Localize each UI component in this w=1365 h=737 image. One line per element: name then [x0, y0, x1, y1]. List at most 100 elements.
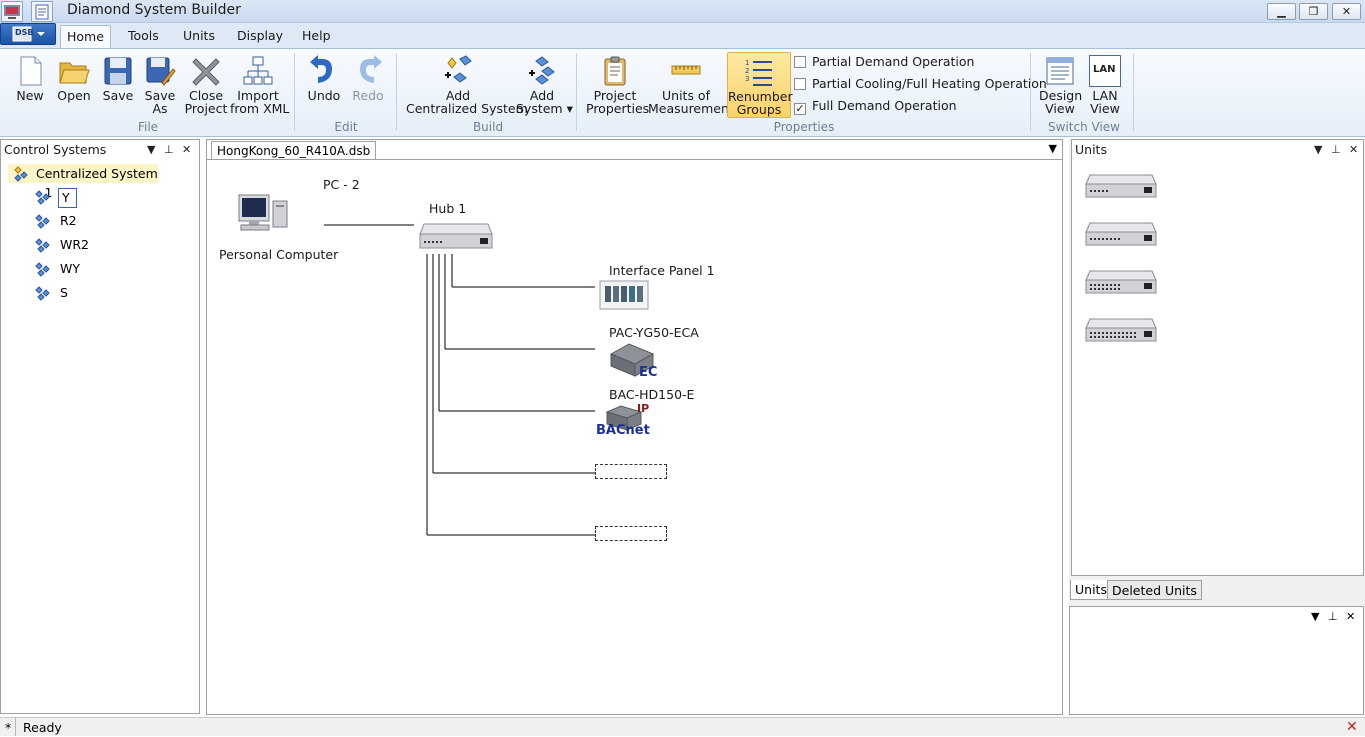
full-demand-checkbox[interactable]: ✓ Full Demand Operation — [794, 98, 957, 115]
interface-panel-icon[interactable] — [599, 280, 649, 310]
ribbon-panel: New Open Save Save As Close Project Impo… — [0, 48, 1365, 137]
application-menu-button[interactable]: DSB — [0, 23, 56, 45]
pin-icon[interactable]: ⊥ — [164, 140, 174, 160]
design-view-label-2: View — [1045, 101, 1075, 116]
group-label-properties: Properties — [773, 120, 835, 134]
document-area: HongKong_60_R410A.dsb ▼ PC - 2 Personal … — [206, 139, 1063, 715]
quick-access-properties-icon[interactable] — [31, 1, 53, 22]
partial-cooling-checkbox[interactable]: Partial Cooling/Full Heating Operation — [794, 76, 1047, 92]
tree-item-label: WR2 — [60, 237, 89, 252]
import-from-xml-button[interactable]: Import from XML — [230, 55, 289, 115]
open-button[interactable]: Open — [56, 55, 92, 102]
tree-item-wr2[interactable]: WR2 — [30, 235, 150, 255]
personal-computer-icon[interactable] — [237, 193, 291, 233]
hub-24-port-unit-icon[interactable] — [1084, 317, 1158, 345]
units-measurement-label-2: Measurement — [648, 101, 734, 116]
add-centralized-label-2: Centralized System — [406, 101, 528, 116]
document-tab[interactable]: HongKong_60_R410A.dsb — [211, 141, 377, 160]
lan-diagram-canvas[interactable]: PC - 2 Personal Computer Hub 1 Interface… — [207, 160, 1062, 714]
title-bar: Diamond System Builder ▁ ❐ ✕ — [0, 0, 1365, 23]
hub-8-port-unit-icon[interactable] — [1084, 221, 1158, 249]
tree-root-centralized-system[interactable]: Centralized System - 1 — [8, 164, 158, 200]
tree-item-y[interactable]: Y — [30, 187, 150, 208]
add-system-icon — [529, 56, 555, 85]
checkbox-box[interactable] — [794, 56, 806, 68]
pin-icon[interactable]: ⊥ — [1328, 610, 1338, 623]
svg-text:2: 2 — [745, 67, 749, 75]
pane-close-icon[interactable]: ✕ — [1349, 140, 1358, 160]
floppy-disk-icon — [104, 57, 132, 85]
document-dropdown-icon[interactable]: ▼ — [1049, 142, 1057, 155]
tab-units-list[interactable]: Units — [1070, 580, 1112, 600]
redo-button[interactable]: Redo — [350, 55, 386, 102]
add-centralized-system-button[interactable]: Add Centralized System — [406, 55, 528, 116]
system-node-icon — [35, 190, 50, 205]
folder-open-icon — [59, 62, 90, 84]
save-as-button[interactable]: Save As — [142, 55, 178, 115]
app-icon[interactable] — [1, 1, 23, 22]
close-button[interactable]: ✕ — [1332, 3, 1361, 20]
tab-home[interactable]: Home — [60, 25, 111, 49]
group-label-file: File — [137, 120, 159, 134]
system-node-icon — [35, 238, 50, 253]
tab-display[interactable]: Display — [231, 25, 289, 47]
empty-device-slot[interactable] — [595, 464, 667, 479]
centralized-system-icon — [14, 166, 28, 182]
design-view-icon — [1046, 57, 1074, 85]
tree-item-r2[interactable]: R2 — [30, 211, 150, 231]
design-view-button[interactable]: Design View — [1039, 55, 1082, 116]
units-of-measurement-button[interactable]: Units of Measurement — [648, 55, 734, 116]
minimize-button[interactable]: ▁ — [1267, 3, 1296, 20]
add-centralized-system-icon — [445, 55, 472, 83]
pane-title: Control Systems — [4, 142, 107, 157]
save-as-label-2: As — [152, 101, 168, 116]
pane-close-icon[interactable]: ✕ — [1346, 610, 1355, 623]
hub-5-port-unit-icon[interactable] — [1084, 173, 1158, 201]
units-tab-strip: Units Deleted Units — [1069, 580, 1365, 601]
tree-item-label: Y — [58, 188, 77, 208]
units-list-panel: Units ▼ ⊥ ✕ — [1071, 139, 1364, 576]
tab-tools[interactable]: Tools — [122, 25, 165, 47]
checkbox-checked-box[interactable]: ✓ — [794, 103, 806, 115]
restore-button[interactable]: ❐ — [1299, 3, 1328, 20]
status-indicator: * — [5, 720, 12, 735]
add-system-label-2: System ▾ — [516, 101, 573, 116]
undo-button[interactable]: Undo — [306, 55, 342, 102]
pane-header: Units ▼ ⊥ ✕ — [1072, 140, 1363, 160]
project-properties-label-2: Properties — [586, 101, 650, 116]
pc-name-label: PC - 2 — [323, 177, 360, 192]
empty-device-slot[interactable] — [595, 526, 667, 541]
bac-hd150-label: BAC-HD150-E — [609, 387, 695, 402]
pane-dropdown-icon[interactable]: ▼ — [147, 140, 155, 160]
close-project-button[interactable]: Close Project — [184, 55, 228, 115]
tab-help[interactable]: Help — [296, 25, 337, 47]
new-button[interactable]: New — [12, 55, 48, 102]
renumber-groups-button[interactable]: 123 Renumber Groups — [727, 52, 793, 118]
tree-item-wy[interactable]: WY — [30, 259, 150, 279]
status-close-icon[interactable]: ✕ — [1346, 718, 1358, 737]
group-label-build: Build — [472, 120, 504, 134]
clipboard-icon — [604, 56, 626, 86]
tree-item-label: S — [60, 285, 68, 300]
project-properties-button[interactable]: Project Properties — [586, 55, 650, 116]
hub-device-icon[interactable] — [418, 222, 494, 252]
pane-dropdown-icon[interactable]: ▼ — [1311, 610, 1319, 623]
pane-dropdown-icon[interactable]: ▼ — [1314, 140, 1322, 160]
redo-arrow-icon — [360, 55, 382, 83]
tree-item-s[interactable]: S — [30, 283, 150, 303]
pin-icon[interactable]: ⊥ — [1331, 140, 1341, 160]
lan-view-button[interactable]: LAN LAN View — [1087, 55, 1123, 115]
status-separator — [15, 718, 16, 736]
checkbox-box[interactable] — [794, 78, 806, 90]
add-system-button[interactable]: Add System ▾ — [516, 55, 573, 116]
group-separator — [1133, 53, 1134, 131]
pane-close-icon[interactable]: ✕ — [182, 140, 191, 160]
save-button[interactable]: Save — [100, 55, 136, 102]
status-bar: * Ready ✕ — [0, 717, 1365, 736]
tab-deleted-units[interactable]: Deleted Units — [1107, 580, 1202, 600]
partial-demand-checkbox[interactable]: Partial Demand Operation — [794, 54, 974, 70]
svg-text:1: 1 — [745, 59, 749, 67]
interface-panel-label: Interface Panel 1 — [609, 263, 715, 278]
tab-units[interactable]: Units — [177, 25, 221, 47]
hub-16-port-unit-icon[interactable] — [1084, 269, 1158, 297]
